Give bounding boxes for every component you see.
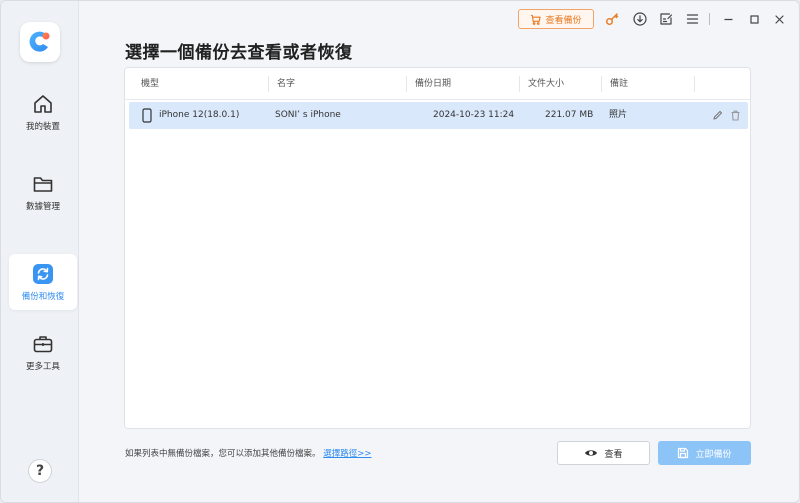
sidebar-item-label: 更多工具 [25, 361, 60, 372]
help-icon: ? [35, 463, 45, 479]
minimize-icon[interactable] [720, 11, 736, 27]
view-backups-label: 查看備份 [545, 15, 582, 26]
phone-icon [142, 108, 152, 123]
titlebar-separator [709, 13, 710, 25]
cell-size: 221.07 MB [545, 110, 594, 120]
backup-restore-icon [33, 263, 53, 284]
sidebar-item-backup-restore[interactable]: 備份和恢復 [9, 254, 77, 310]
sidebar: 我的裝置 數據管理 備份和恢復 更多工具 ? [1, 1, 79, 502]
cell-name: SONI’ s iPhone [275, 110, 341, 120]
app-logo [20, 22, 60, 62]
column-divider [694, 76, 695, 92]
cell-date: 2024-10-23 11:24 [433, 110, 515, 120]
column-header-name: 名字 [277, 79, 296, 89]
select-path-link[interactable]: 選擇路徑>> [323, 449, 371, 459]
footer-hint: 如果列表中無備份檔案，您可以添加其他備份檔案。 選擇路徑>> [125, 447, 371, 459]
home-icon [34, 94, 52, 113]
sidebar-item-data-management[interactable]: 數據管理 [9, 165, 77, 219]
backup-table: 機型 名字 備份日期 文件大小 備註 iPhone 12(18.0.1) SON… [124, 67, 751, 429]
cell-note: 照片 [609, 110, 628, 120]
sidebar-item-label: 我的裝置 [25, 121, 60, 132]
sidebar-item-label: 數據管理 [25, 201, 60, 212]
view-button-label: 查看 [604, 449, 623, 460]
sidebar-item-more-tools[interactable]: 更多工具 [9, 325, 77, 379]
cart-icon [531, 14, 542, 25]
table-header: 機型 名字 備份日期 文件大小 備註 [125, 68, 750, 100]
app-window: 我的裝置 數據管理 備份和恢復 更多工具 ? 查看備份 選擇一個備份去查看或者恢… [0, 0, 800, 503]
delete-icon[interactable] [728, 108, 742, 122]
footer-hint-text: 如果列表中無備份檔案，您可以添加其他備份檔案。 [125, 449, 321, 459]
save-icon [678, 447, 689, 459]
column-header-note: 備註 [610, 79, 629, 89]
backup-now-button[interactable]: 立即備份 [658, 441, 751, 465]
column-header-size: 文件大小 [528, 79, 565, 89]
table-row[interactable]: iPhone 12(18.0.1) SONI’ s iPhone 2024-10… [129, 102, 748, 129]
view-button[interactable]: 查看 [557, 441, 650, 465]
download-icon[interactable] [632, 11, 648, 27]
maximize-icon[interactable] [746, 11, 762, 27]
eye-icon [585, 450, 598, 456]
backup-now-label: 立即備份 [695, 449, 732, 460]
folder-icon [33, 176, 53, 192]
menu-icon[interactable] [684, 11, 700, 27]
toolbox-icon [33, 335, 53, 352]
cell-model: iPhone 12(18.0.1) [159, 110, 240, 120]
view-backups-button[interactable]: 查看備份 [518, 9, 594, 29]
close-icon[interactable] [771, 11, 787, 27]
column-header-model: 機型 [141, 79, 160, 89]
sidebar-item-label: 備份和恢復 [21, 291, 65, 302]
column-header-date: 備份日期 [415, 79, 452, 89]
page-title: 選擇一個備份去查看或者恢復 [125, 43, 353, 63]
sidebar-item-my-device[interactable]: 我的裝置 [9, 85, 77, 139]
feedback-icon[interactable] [658, 11, 674, 27]
help-button[interactable]: ? [28, 459, 52, 483]
key-icon[interactable] [604, 11, 620, 27]
edit-icon[interactable] [710, 108, 724, 122]
